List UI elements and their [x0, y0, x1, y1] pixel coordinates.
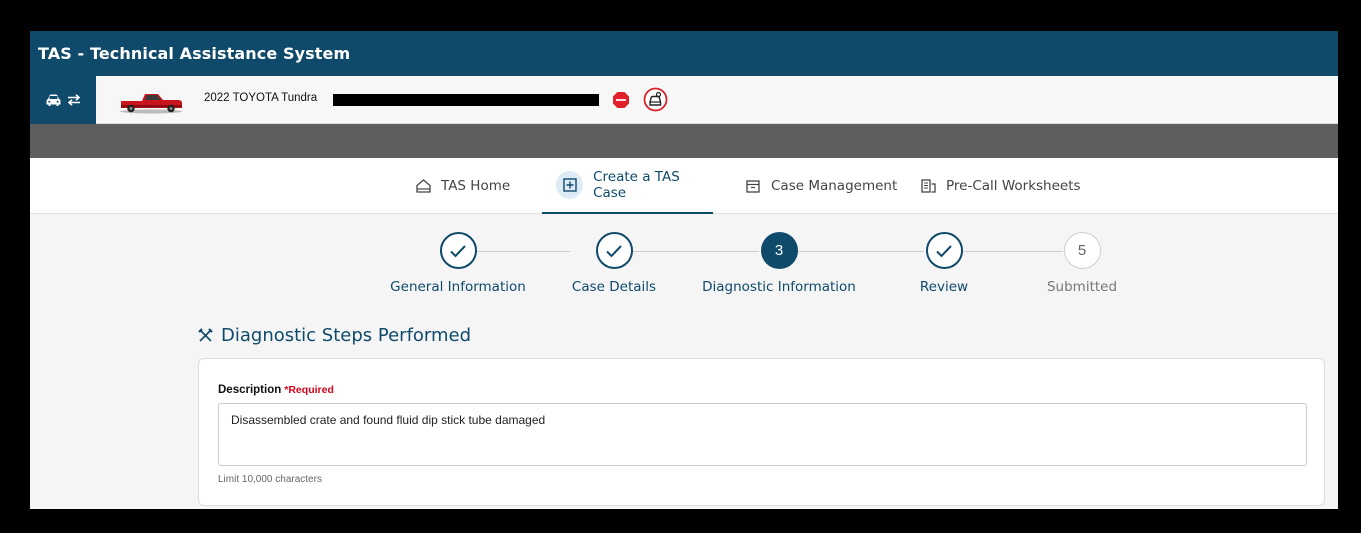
section-title: Diagnostic Steps Performed: [198, 325, 471, 346]
checkmark-icon: [936, 244, 952, 257]
progress-stepper: General Information Case Details 3 Diagn…: [30, 214, 1338, 304]
step-label: Diagnostic Information: [702, 279, 856, 295]
step-general-information[interactable]: General Information: [378, 232, 538, 295]
tools-icon: [198, 328, 213, 342]
swap-arrows-icon: [67, 94, 80, 106]
archive-icon: [746, 179, 760, 193]
step-complete-badge: [925, 232, 963, 269]
stop-sign-icon: [613, 92, 629, 108]
step-number-badge: 3: [760, 232, 798, 269]
step-label: Review: [919, 279, 969, 295]
step-case-details[interactable]: Case Details: [534, 232, 694, 295]
vehicle-name: 2022 TOYOTA Tundra: [204, 92, 318, 104]
description-label: Description *Required: [218, 384, 334, 396]
change-vehicle-button[interactable]: [30, 76, 96, 124]
nav-create-tas-case[interactable]: Create a TAS Case: [542, 158, 713, 214]
app-window: TAS - Technical Assistance System 2022 T…: [30, 31, 1338, 509]
nav-pre-call-worksheets[interactable]: Pre-Call Worksheets: [920, 158, 1081, 214]
main-nav: TAS Home Create a TAS Case Case Manageme…: [30, 158, 1338, 214]
app-header: TAS - Technical Assistance System: [30, 31, 1338, 76]
vehicle-bar: 2022 TOYOTA Tundra: [30, 76, 1338, 124]
plus-square-icon: [562, 178, 577, 192]
checkmark-icon: [450, 244, 466, 257]
nav-label: Pre-Call Worksheets: [946, 178, 1081, 194]
nav-label: Case Management: [771, 178, 898, 194]
home-icon: [415, 179, 431, 193]
nav-case-management[interactable]: Case Management: [745, 158, 897, 214]
diagnostic-steps-card: Description *Required Disassembled crate …: [198, 358, 1325, 506]
section-title-text: Diagnostic Steps Performed: [221, 325, 472, 346]
description-textarea[interactable]: Disassembled crate and found fluid dip s…: [218, 403, 1307, 466]
character-limit-hint: Limit 10,000 characters: [218, 474, 322, 485]
toolbar-band: [30, 124, 1338, 158]
vehicle-image: [120, 94, 182, 114]
worksheet-icon: [920, 179, 936, 193]
car-icon: [46, 94, 60, 106]
step-review[interactable]: Review: [864, 232, 1024, 295]
tech-alert-icon[interactable]: [643, 87, 668, 112]
checkmark-icon: [606, 244, 622, 257]
nav-label: TAS Home: [441, 178, 511, 194]
step-submitted: 5 Submitted: [1002, 232, 1162, 295]
step-complete-badge: [439, 232, 477, 269]
nav-label: Create a TAS Case: [593, 169, 680, 201]
redacted-vin: [333, 94, 599, 106]
app-title: TAS - Technical Assistance System: [38, 44, 351, 63]
step-number-badge: 5: [1063, 232, 1101, 269]
step-diagnostic-information[interactable]: 3 Diagnostic Information: [699, 232, 859, 295]
step-label: Case Details: [571, 279, 657, 295]
step-complete-badge: [595, 232, 633, 269]
nav-tas-home[interactable]: TAS Home: [415, 158, 510, 214]
required-marker: *Required: [284, 384, 334, 396]
step-label: General Information: [390, 279, 526, 295]
step-label: Submitted: [1046, 279, 1118, 295]
